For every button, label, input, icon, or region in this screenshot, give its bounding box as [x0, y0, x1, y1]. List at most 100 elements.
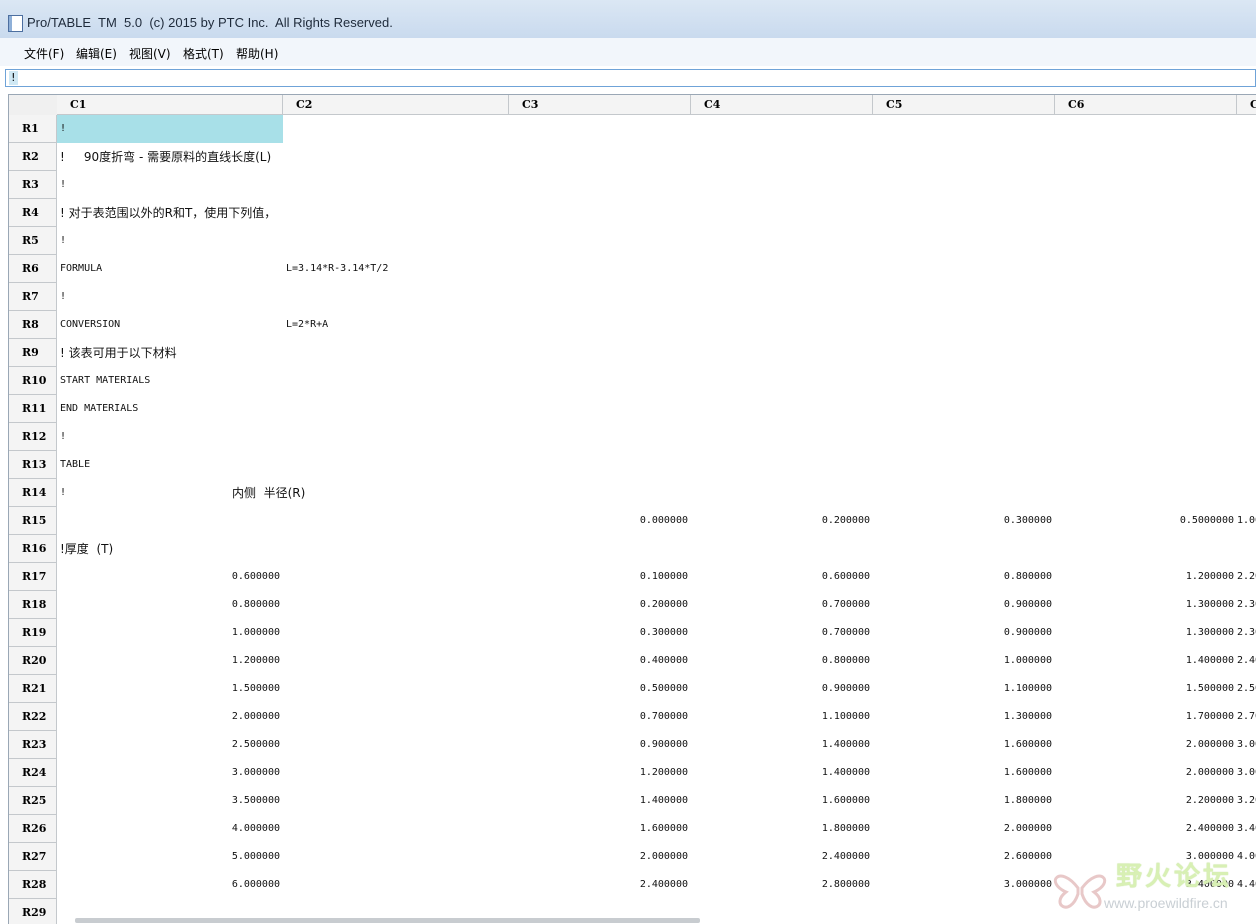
- table-cell-c6[interactable]: [1055, 451, 1237, 479]
- table-cell-c7[interactable]: 2.400000: [1237, 647, 1256, 675]
- table-cell-c3[interactable]: 0.700000: [509, 703, 691, 731]
- table-cell-c7[interactable]: 3.200000: [1237, 787, 1256, 815]
- table-cell-c3[interactable]: 0.100000: [509, 563, 691, 591]
- table-cell-c1[interactable]: 2.000000: [57, 703, 283, 731]
- table-cell-c1[interactable]: 3.000000: [57, 759, 283, 787]
- table-cell-c7[interactable]: [1237, 451, 1256, 479]
- table-cell-c1[interactable]: TABLE: [57, 451, 283, 479]
- table-cell-c2[interactable]: [283, 367, 509, 395]
- table-cell-c1[interactable]: START MATERIALS: [57, 367, 283, 395]
- table-cell-c1[interactable]: 2.500000: [57, 731, 283, 759]
- table-cell-c4[interactable]: [691, 199, 873, 227]
- table-cell-c1[interactable]: !厚度 (T): [57, 535, 283, 563]
- table-cell-c3[interactable]: [509, 255, 691, 283]
- table-cell-c2[interactable]: [283, 703, 509, 731]
- table-cell-c7[interactable]: [1237, 899, 1256, 924]
- table-cell-c7[interactable]: [1237, 339, 1256, 367]
- table-cell-c5[interactable]: 1.600000: [873, 731, 1055, 759]
- table-cell-c1[interactable]: !: [57, 227, 283, 255]
- table-cell-c3[interactable]: [509, 339, 691, 367]
- row-header[interactable]: R27: [9, 843, 57, 871]
- table-cell-c2[interactable]: [283, 619, 509, 647]
- table-cell-c6[interactable]: [1055, 115, 1237, 143]
- table-cell-c3[interactable]: [509, 115, 691, 143]
- table-cell-c7[interactable]: [1237, 227, 1256, 255]
- table-cell-c4[interactable]: [691, 479, 873, 507]
- table-cell-c4[interactable]: 0.700000: [691, 619, 873, 647]
- table-cell-c6[interactable]: 1.300000: [1055, 619, 1237, 647]
- table-cell-c5[interactable]: 2.600000: [873, 843, 1055, 871]
- table-cell-c4[interactable]: 1.800000: [691, 815, 873, 843]
- row-header[interactable]: R20: [9, 647, 57, 675]
- table-cell-c5[interactable]: [873, 367, 1055, 395]
- table-cell-c2[interactable]: [283, 675, 509, 703]
- table-cell-c6[interactable]: 1.300000: [1055, 591, 1237, 619]
- table-cell-c4[interactable]: 2.400000: [691, 843, 873, 871]
- table-cell-c2[interactable]: [283, 731, 509, 759]
- table-cell-c1[interactable]: 0.600000: [57, 563, 283, 591]
- table-cell-c7[interactable]: [1237, 423, 1256, 451]
- table-cell-c5[interactable]: 1.300000: [873, 703, 1055, 731]
- row-header[interactable]: R7: [9, 283, 57, 311]
- table-cell-c4[interactable]: [691, 395, 873, 423]
- table-cell-c3[interactable]: 2.400000: [509, 871, 691, 899]
- row-header[interactable]: R12: [9, 423, 57, 451]
- table-cell-c6[interactable]: [1055, 535, 1237, 563]
- row-header[interactable]: R29: [9, 899, 57, 924]
- row-header[interactable]: R8: [9, 311, 57, 339]
- table-cell-c6[interactable]: [1055, 899, 1237, 924]
- table-cell-c2[interactable]: L=3.14*R-3.14*T/2: [283, 255, 509, 283]
- table-cell-c2[interactable]: [283, 535, 509, 563]
- row-header[interactable]: R24: [9, 759, 57, 787]
- table-cell-c2[interactable]: [283, 227, 509, 255]
- table-cell-c2[interactable]: [283, 815, 509, 843]
- table-cell-c2[interactable]: [283, 339, 509, 367]
- table-cell-c1[interactable]: 0.800000: [57, 591, 283, 619]
- table-cell-c3[interactable]: 0.400000: [509, 647, 691, 675]
- table-cell-c5[interactable]: [873, 479, 1055, 507]
- table-cell-c4[interactable]: 1.400000: [691, 731, 873, 759]
- row-header[interactable]: R22: [9, 703, 57, 731]
- table-cell-c7[interactable]: 2.700000: [1237, 703, 1256, 731]
- table-cell-c7[interactable]: 3.000000: [1237, 759, 1256, 787]
- table-cell-c6[interactable]: [1055, 143, 1237, 171]
- row-header[interactable]: R18: [9, 591, 57, 619]
- table-cell-c7[interactable]: [1237, 115, 1256, 143]
- table-cell-c1[interactable]: END MATERIALS: [57, 395, 283, 423]
- table-cell-c6[interactable]: [1055, 311, 1237, 339]
- table-cell-c6[interactable]: 1.500000: [1055, 675, 1237, 703]
- row-header[interactable]: R3: [9, 171, 57, 199]
- table-cell-c5[interactable]: 0.900000: [873, 591, 1055, 619]
- table-cell-c4[interactable]: 1.400000: [691, 759, 873, 787]
- table-cell-c6[interactable]: [1055, 283, 1237, 311]
- table-cell-c3[interactable]: [509, 451, 691, 479]
- table-cell-c1[interactable]: !: [57, 283, 283, 311]
- column-header-c3[interactable]: C3: [509, 95, 691, 115]
- table-cell-c4[interactable]: 1.600000: [691, 787, 873, 815]
- table-cell-c3[interactable]: [509, 479, 691, 507]
- column-header-c7[interactable]: C: [1237, 95, 1256, 115]
- table-cell-c4[interactable]: 0.700000: [691, 591, 873, 619]
- table-cell-c1[interactable]: 1.500000: [57, 675, 283, 703]
- table-cell-c4[interactable]: [691, 227, 873, 255]
- table-cell-c1[interactable]: CONVERSION: [57, 311, 283, 339]
- table-cell-c2[interactable]: L=2*R+A: [283, 311, 509, 339]
- row-header[interactable]: R17: [9, 563, 57, 591]
- table-cell-c3[interactable]: 0.500000: [509, 675, 691, 703]
- table-cell-c1[interactable]: 1.200000: [57, 647, 283, 675]
- column-header-c5[interactable]: C5: [873, 95, 1055, 115]
- table-cell-c5[interactable]: [873, 395, 1055, 423]
- table-cell-c5[interactable]: 1.800000: [873, 787, 1055, 815]
- row-header[interactable]: R16: [9, 535, 57, 563]
- table-cell-c5[interactable]: 0.800000: [873, 563, 1055, 591]
- table-cell-c6[interactable]: 0.5000000: [1055, 507, 1237, 535]
- table-cell-c5[interactable]: 1.600000: [873, 759, 1055, 787]
- table-cell-c5[interactable]: [873, 899, 1055, 924]
- column-header-c1[interactable]: C1: [57, 95, 283, 115]
- row-header[interactable]: R14: [9, 479, 57, 507]
- table-cell-c6[interactable]: 3.000000: [1055, 843, 1237, 871]
- table-cell-c7[interactable]: 3.000000: [1237, 731, 1256, 759]
- table-cell-c3[interactable]: [509, 171, 691, 199]
- table-cell-c6[interactable]: [1055, 255, 1237, 283]
- table-cell-c4[interactable]: [691, 171, 873, 199]
